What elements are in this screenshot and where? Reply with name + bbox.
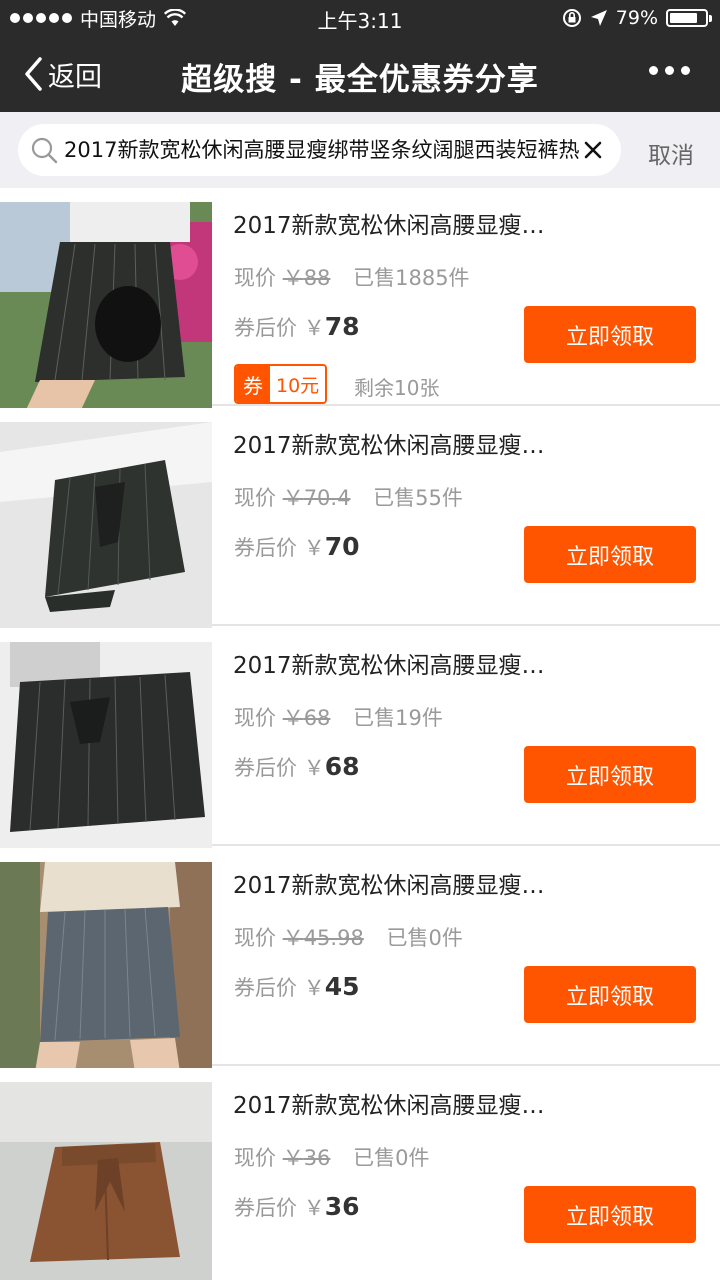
after-coupon-line: 券后价 ￥68 [234, 752, 360, 781]
cancel-button[interactable]: 取消 [648, 136, 694, 170]
location-arrow-icon [590, 10, 607, 26]
sold-count: 已售55件 [373, 486, 463, 510]
claim-button[interactable]: 立即领取 [524, 966, 696, 1023]
now-price-label: 现价 [234, 926, 276, 950]
search-input[interactable]: 2017新款宽松休闲高腰显瘦绑带竖条纹阔腿西装短裤热 [64, 124, 579, 176]
coupon-value: 10元 [270, 366, 326, 402]
search-area: 2017新款宽松休闲高腰显瘦绑带竖条纹阔腿西装短裤热 取消 [0, 112, 720, 188]
now-price-label: 现价 [234, 266, 276, 290]
product-row[interactable]: 2017新款宽松休闲高腰显瘦… 现价 ￥70.4 已售55件 券后价 ￥70 立… [0, 408, 720, 632]
after-coupon-line: 券后价 ￥45 [234, 972, 360, 1001]
product-image[interactable] [0, 202, 212, 412]
status-right: 79% [562, 6, 712, 30]
price-line: 现价 ￥70.4 已售55件 [234, 482, 463, 512]
product-row[interactable]: 2017新款宽松休闲高腰显瘦… 现价 ￥68 已售19件 券后价 ￥68 立即领… [0, 628, 720, 852]
after-coupon-line: 券后价 ￥36 [234, 1192, 360, 1221]
after-coupon-label: 券后价 [234, 316, 297, 340]
old-price: ￥70.4 [282, 486, 351, 510]
battery-percent: 79% [615, 7, 658, 29]
product-image[interactable] [0, 422, 212, 632]
search-icon [31, 137, 58, 164]
claim-button[interactable]: 立即领取 [524, 746, 696, 803]
price-line: 现价 ￥88 已售1885件 [234, 262, 470, 292]
search-box: 2017新款宽松休闲高腰显瘦绑带竖条纹阔腿西装短裤热 [18, 124, 621, 176]
product-row[interactable]: 2017新款宽松休闲高腰显瘦… 现价 ￥88 已售1885件 券后价 ￥78 立… [0, 188, 720, 412]
product-title[interactable]: 2017新款宽松休闲高腰显瘦… [233, 426, 693, 460]
old-price: ￥36 [282, 1146, 331, 1170]
coupon-tag-label: 券 [236, 366, 270, 402]
claim-button[interactable]: 立即领取 [524, 526, 696, 583]
after-coupon-price: 70 [324, 532, 360, 561]
sold-count: 已售1885件 [353, 266, 470, 290]
sold-count: 已售0件 [386, 926, 463, 950]
status-bar: 中国移动 上午3:11 79% [0, 0, 720, 36]
product-title[interactable]: 2017新款宽松休闲高腰显瘦… [233, 206, 693, 240]
after-coupon-label: 券后价 [234, 756, 297, 780]
price-line: 现价 ￥45.98 已售0件 [234, 922, 463, 952]
product-title[interactable]: 2017新款宽松休闲高腰显瘦… [233, 646, 693, 680]
after-coupon-label: 券后价 [234, 536, 297, 560]
old-price: ￥88 [282, 266, 331, 290]
after-coupon-label: 券后价 [234, 1196, 297, 1220]
page-title: 超级搜 - 最全优惠券分享 [181, 62, 539, 98]
price-line: 现价 ￥36 已售0件 [234, 1142, 429, 1172]
product-row[interactable]: 2017新款宽松休闲高腰显瘦… 现价 ￥36 已售0件 券后价 ￥36 立即领取 [0, 1068, 720, 1280]
after-coupon-price: 36 [324, 1192, 360, 1221]
now-price-label: 现价 [234, 1146, 276, 1170]
after-coupon-price: 78 [324, 312, 360, 341]
sold-count: 已售0件 [353, 1146, 430, 1170]
lock-rotation-icon [562, 9, 581, 27]
battery-icon [666, 9, 712, 27]
sold-count: 已售19件 [353, 706, 443, 730]
after-coupon-line: 券后价 ￥78 [234, 312, 360, 341]
after-coupon-line: 券后价 ￥70 [234, 532, 360, 561]
product-image[interactable] [0, 1082, 212, 1280]
after-coupon-price: 68 [324, 752, 360, 781]
now-price-label: 现价 [234, 706, 276, 730]
coupon-remaining: 剩余10张 [354, 376, 440, 400]
old-price: ￥45.98 [282, 926, 364, 950]
after-coupon-label: 券后价 [234, 976, 297, 1000]
price-line: 现价 ￥68 已售19件 [234, 702, 443, 732]
more-dots-icon[interactable] [649, 66, 690, 75]
nav-bar: 返回 超级搜 - 最全优惠券分享 [0, 36, 720, 112]
claim-button[interactable]: 立即领取 [524, 1186, 696, 1243]
product-title[interactable]: 2017新款宽松休闲高腰显瘦… [233, 1086, 693, 1120]
coupon-tag: 券 10元 [234, 364, 328, 404]
product-title[interactable]: 2017新款宽松休闲高腰显瘦… [233, 866, 693, 900]
now-price-label: 现价 [234, 486, 276, 510]
claim-button[interactable]: 立即领取 [524, 306, 696, 363]
old-price: ￥68 [282, 706, 331, 730]
product-image[interactable] [0, 642, 212, 852]
product-row[interactable]: 2017新款宽松休闲高腰显瘦… 现价 ￥45.98 已售0件 券后价 ￥45 立… [0, 848, 720, 1072]
after-coupon-price: 45 [324, 972, 360, 1001]
close-icon[interactable] [583, 140, 603, 160]
battery-fill [670, 13, 697, 23]
product-image[interactable] [0, 862, 212, 1072]
